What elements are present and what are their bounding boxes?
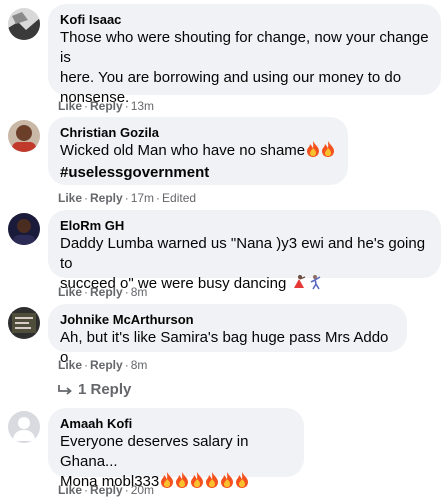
woman-dancing-emoji-icon bbox=[291, 274, 307, 296]
avatar[interactable] bbox=[8, 411, 40, 443]
man-dancing-emoji-icon bbox=[308, 274, 324, 296]
fire-emoji-icon bbox=[190, 472, 204, 494]
comment-author[interactable]: Christian Gozila bbox=[60, 124, 336, 141]
comment-timestamp[interactable]: 20m bbox=[131, 483, 154, 497]
like-button[interactable]: Like bbox=[58, 358, 82, 372]
comment-actions: Like · Reply · 20m bbox=[58, 483, 155, 497]
comment-text-line: here. You are borrowing and using our mo… bbox=[60, 69, 402, 86]
like-button[interactable]: Like bbox=[58, 191, 82, 205]
reply-button[interactable]: Reply bbox=[90, 99, 123, 113]
comment-author[interactable]: EloRm GH bbox=[60, 217, 429, 234]
comment-text-line: Everyone deserves salary in Ghana... bbox=[60, 433, 249, 470]
fire-emoji-icon bbox=[220, 472, 234, 494]
comment-bubble: EloRm GH Daddy Lumba warned us "Nana )y3… bbox=[48, 210, 441, 292]
comment-timestamp[interactable]: 13m bbox=[131, 99, 154, 113]
comment-bubble: Kofi Isaac Those who were shouting for c… bbox=[48, 4, 441, 106]
like-button[interactable]: Like bbox=[58, 483, 82, 497]
comment-text-line: Wicked old Man who have no shame bbox=[60, 141, 336, 163]
comment-author[interactable]: Kofi Isaac bbox=[60, 11, 429, 28]
fire-emoji-icon bbox=[205, 472, 219, 494]
comment-text-line: Those who were shouting for change, now … bbox=[60, 29, 429, 66]
comment-author[interactable]: Johnike McArthurson bbox=[60, 311, 395, 328]
reply-button[interactable]: Reply bbox=[90, 285, 123, 299]
like-button[interactable]: Like bbox=[58, 285, 82, 299]
avatar[interactable] bbox=[8, 120, 40, 152]
like-button[interactable]: Like bbox=[58, 99, 82, 113]
comment-actions: Like · Reply · 17m · Edited bbox=[58, 191, 197, 205]
comment-timestamp[interactable]: 17m bbox=[131, 191, 154, 205]
comment-text: Wicked old Man who have no shame bbox=[60, 142, 306, 159]
comment-timestamp[interactable]: 8m bbox=[131, 358, 148, 372]
comment-bubble: Amaah Kofi Everyone deserves salary in G… bbox=[48, 408, 304, 490]
reply-arrow-icon bbox=[58, 381, 78, 398]
replies-count-label: 1 Reply bbox=[78, 381, 132, 398]
comment-actions: Like · Reply · 8m bbox=[58, 285, 148, 299]
comment-actions: Like · Reply · 8m bbox=[58, 358, 148, 372]
reply-button[interactable]: Reply bbox=[90, 358, 123, 372]
comment-text-line: Daddy Lumba warned us "Nana )y3 ewi and … bbox=[60, 235, 426, 272]
comment-actions: Like · Reply · 13m bbox=[58, 99, 155, 113]
fire-emoji-icon bbox=[175, 472, 189, 494]
avatar[interactable] bbox=[8, 8, 40, 40]
reply-button[interactable]: Reply bbox=[90, 191, 123, 205]
comment-author[interactable]: Amaah Kofi bbox=[60, 415, 292, 432]
fire-emoji-icon bbox=[321, 141, 335, 163]
avatar[interactable] bbox=[8, 213, 40, 245]
fire-emoji-icon bbox=[160, 472, 174, 494]
fire-emoji-icon bbox=[306, 141, 320, 163]
reply-button[interactable]: Reply bbox=[90, 483, 123, 497]
comment-timestamp[interactable]: 8m bbox=[131, 285, 148, 299]
view-replies-link[interactable]: 1 Reply bbox=[58, 380, 131, 400]
avatar[interactable] bbox=[8, 307, 40, 339]
comment-bubble: Johnike McArthurson Ah, but it's like Sa… bbox=[48, 304, 407, 366]
edited-label: Edited bbox=[162, 191, 197, 205]
fire-emoji-icon bbox=[235, 472, 249, 494]
comment-bubble: Christian Gozila Wicked old Man who have… bbox=[48, 117, 348, 185]
hashtag-link[interactable]: #uselessgovernment bbox=[60, 163, 336, 183]
